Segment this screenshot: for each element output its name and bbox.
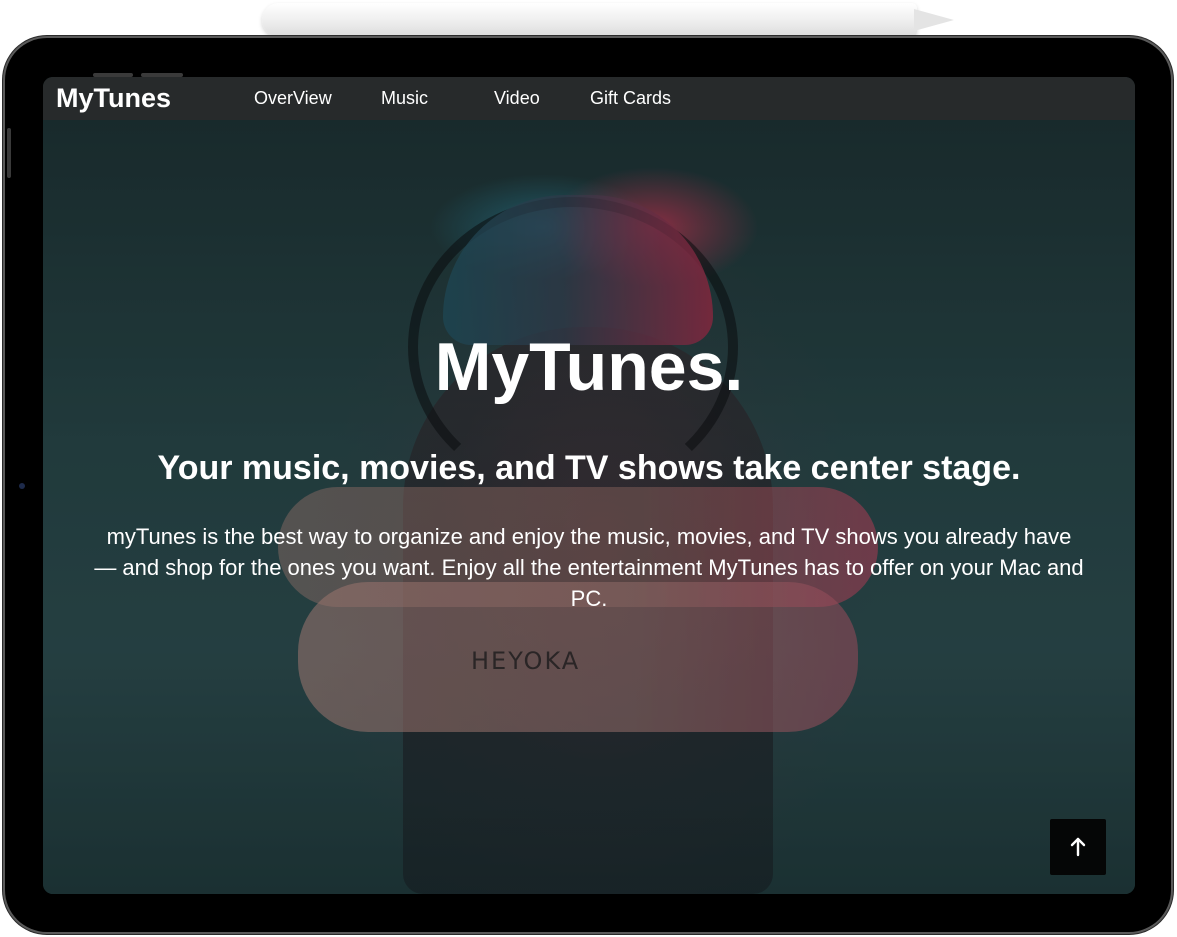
stylus-tip <box>914 9 954 31</box>
hero-title: MyTunes. <box>434 329 744 405</box>
nav-item-overview[interactable]: OverView <box>254 87 332 109</box>
nav-item-video[interactable]: Video <box>494 87 540 109</box>
screen: HEYOKA MyTunes OverView Music Video Gift… <box>43 77 1135 894</box>
brand-logo[interactable]: MyTunes <box>56 81 171 115</box>
device-mockup: HEYOKA MyTunes OverView Music Video Gift… <box>0 0 1177 937</box>
arrow-up-icon <box>1069 837 1087 857</box>
back-to-top-button[interactable] <box>1050 819 1106 875</box>
hero-description: myTunes is the best way to organize and … <box>94 524 1084 611</box>
power-button <box>7 128 11 178</box>
front-camera <box>19 483 25 489</box>
nav-item-gift-cards[interactable]: Gift Cards <box>590 87 671 109</box>
hero-subtitle: Your music, movies, and TV shows take ce… <box>157 449 1021 487</box>
stylus-pencil <box>262 3 917 37</box>
navbar: MyTunes OverView Music Video Gift Cards <box>43 77 1135 120</box>
nav-item-music[interactable]: Music <box>381 87 428 109</box>
